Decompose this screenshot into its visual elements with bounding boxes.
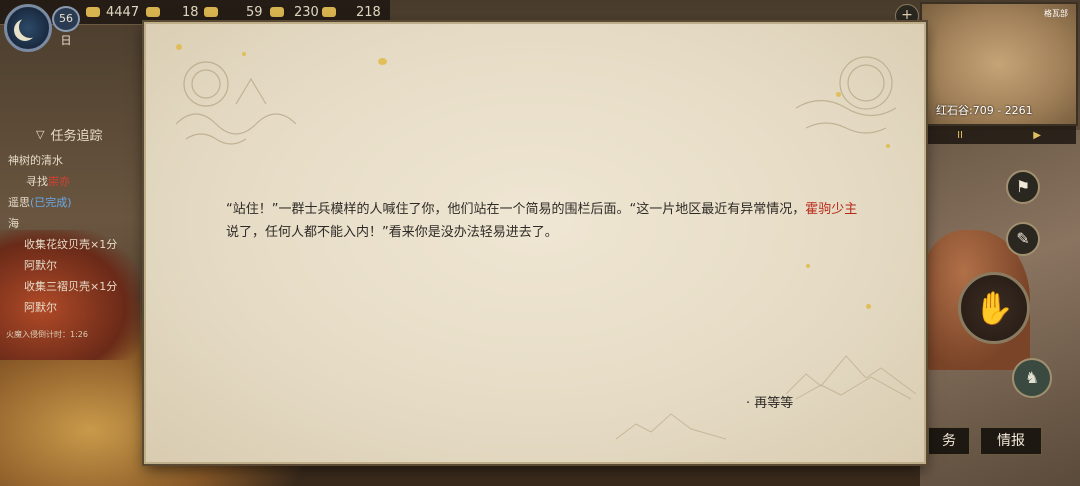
resource-gold: 18 — [146, 3, 199, 21]
quest-tracker[interactable]: ▽ 任务追踪 神树的清水 寻找崇亦 遥思(已完成) 海 收集花纹贝壳×1分 阿默… — [6, 125, 146, 345]
minimap-region-label: 格瓦部 — [1044, 9, 1068, 18]
quest-item[interactable]: 遥思(已完成) — [8, 194, 146, 210]
quest-tracker-title: 任务追踪 — [50, 129, 103, 144]
resource-silver: 4447 — [86, 3, 139, 21]
banner-icon[interactable]: ⚑ — [1006, 170, 1040, 204]
gold-ingot-icon — [146, 7, 160, 17]
quest-item[interactable]: 海 — [8, 215, 146, 231]
resource-grain: 230 — [270, 3, 319, 21]
invasion-timer: 火魔入侵倒计时：1:26 — [6, 330, 88, 339]
feather-token-icon — [322, 7, 336, 17]
quest-step[interactable]: 收集花纹贝壳×1分 — [24, 236, 146, 252]
npc-name-highlight: 霍驹少主 — [805, 202, 858, 217]
day-counter: 56日 — [52, 6, 80, 47]
quest-step[interactable]: 收集三褶贝壳×1分 — [24, 278, 146, 294]
grain-sack-icon — [270, 7, 284, 17]
minimap-coords: 红石谷:709 - 2261 — [936, 104, 1033, 117]
minimap[interactable]: 格瓦部 红石谷:709 - 2261 II ▶ — [920, 2, 1078, 144]
quest-item[interactable]: 神树的清水 — [8, 152, 146, 168]
tab-tasks[interactable]: 务 — [928, 427, 970, 455]
pause-icon[interactable]: II — [957, 130, 963, 141]
play-icon[interactable]: ▶ — [1033, 130, 1041, 141]
moon-phase-icon[interactable] — [4, 4, 52, 52]
resource-copper: 59 — [204, 3, 263, 21]
sun-spiral-ornament-icon — [795, 56, 897, 134]
chevron-down-icon[interactable]: ▽ — [36, 128, 44, 141]
interact-hand-icon[interactable]: ✋ — [958, 272, 1030, 344]
resource-feather: 218 — [322, 3, 381, 21]
cloud-sun-ornament-icon — [175, 61, 297, 145]
scroll-icon[interactable]: ✎ — [1006, 222, 1040, 256]
hills-ornament-icon — [616, 413, 726, 440]
copper-coin-icon — [204, 7, 218, 17]
mountains-ornament-icon — [786, 355, 916, 400]
silver-coin-icon — [86, 7, 100, 17]
tab-intel[interactable]: 情报 — [980, 427, 1042, 455]
dialog-story-text: “站住！”一群士兵模样的人喊住了你，他们站在一个简易的围栏后面。“这一片地区最近… — [226, 202, 858, 240]
quest-npc: 阿默尔 — [24, 301, 57, 314]
quest-tracker-header[interactable]: ▽ 任务追踪 — [36, 125, 146, 144]
choice-wait-button[interactable]: · 再等等 — [746, 392, 793, 411]
quest-npc: 阿默尔 — [24, 259, 57, 272]
minimap-controls: II ▶ — [922, 126, 1076, 144]
horse-icon[interactable]: ♞ — [1012, 358, 1052, 398]
quest-step[interactable]: 寻找崇亦 — [26, 173, 146, 189]
